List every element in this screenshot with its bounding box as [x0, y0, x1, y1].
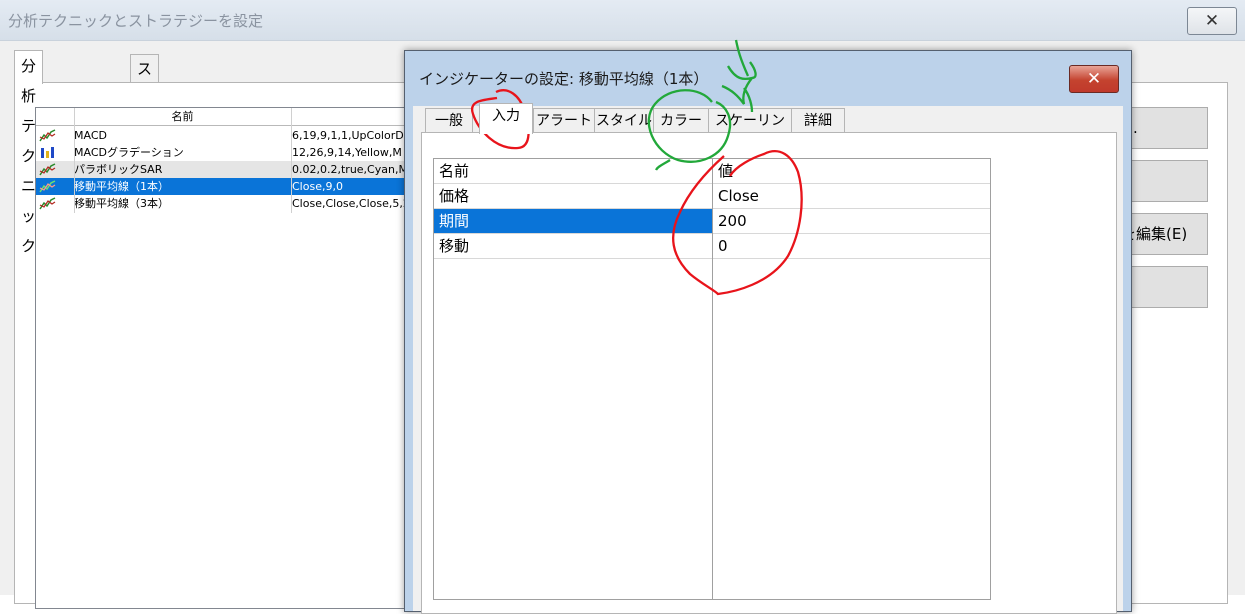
list-item-name: 移動平均線（1本）	[74, 180, 169, 193]
list-item-params: 6,19,9,1,1,UpColorD	[292, 129, 404, 142]
tab-input[interactable]: 入力	[479, 103, 533, 134]
list-header-params[interactable]	[292, 108, 416, 126]
list-header-name[interactable]: 名前	[74, 108, 292, 126]
list-column-divider	[74, 108, 75, 213]
grid-header-value: 値	[718, 162, 734, 180]
list-item-macd[interactable]: MACD 6,19,9,1,1,UpColorD	[36, 127, 416, 144]
list-item-name: MACDグラデーション	[74, 146, 184, 159]
indicator-settings-dialog: インジケーターの設定: 移動平均線（1本） ✕ 一般 入力 アラート スタイル …	[404, 50, 1132, 614]
property-value[interactable]: Close	[718, 184, 759, 208]
selection-highlight	[434, 209, 712, 233]
list-item-moving-average-3[interactable]: 移動平均線（3本） Close,Close,Close,5,2	[36, 195, 416, 212]
tab-alert[interactable]: アラート	[533, 108, 595, 133]
list-item-name: パラボリックSAR	[74, 163, 163, 176]
property-name: 価格	[439, 187, 470, 205]
list-item-params: Close,9,0	[292, 180, 343, 193]
list-item-parabolic-sar[interactable]: パラボリックSAR 0.02,0.2,true,Cyan,M	[36, 161, 416, 178]
close-icon: ✕	[1086, 69, 1102, 89]
property-name: 移動	[439, 237, 470, 255]
line-chart-icon	[39, 163, 56, 176]
tab-style[interactable]: スタイル	[594, 108, 654, 133]
list-item-moving-average-1[interactable]: 移動平均線（1本） Close,9,0	[36, 178, 416, 195]
list-header-icon-col[interactable]	[36, 108, 75, 126]
line-chart-icon	[39, 129, 56, 142]
list-item-params: 0.02,0.2,true,Cyan,M	[292, 163, 408, 176]
main-close-button[interactable]: ✕	[1187, 7, 1237, 35]
list-item-params: 12,26,9,14,Yellow,M	[292, 146, 402, 159]
dialog-title: インジケーターの設定: 移動平均線（1本）	[419, 70, 709, 88]
grid-header-name: 名前	[439, 162, 470, 180]
close-icon: ✕	[1204, 11, 1220, 31]
list-column-divider	[291, 108, 292, 213]
tab-scaling[interactable]: スケーリング	[708, 108, 792, 153]
property-value[interactable]: 0	[718, 234, 728, 258]
property-value[interactable]: 200	[718, 209, 747, 233]
line-chart-icon	[39, 180, 56, 193]
list-item-macd-gradation[interactable]: MACDグラデーション 12,26,9,14,Yellow,M	[36, 144, 416, 161]
tab-details[interactable]: 詳細	[791, 108, 845, 133]
tab-general[interactable]: 一般	[425, 108, 473, 133]
grid-column-divider	[712, 159, 713, 599]
list-item-name: 移動平均線（3本）	[74, 197, 169, 210]
input-property-grid[interactable]: 名前 値 価格 Close 期間 200 移動 0	[433, 158, 991, 600]
main-title-bar: 分析テクニックとストラテジーを設定 ✕	[0, 0, 1245, 41]
bar-chart-icon	[41, 147, 54, 158]
tab-analysis-technique[interactable]: 分析テクニック	[14, 50, 44, 255]
dialog-close-button[interactable]: ✕	[1069, 65, 1119, 93]
property-name: 期間	[439, 212, 470, 230]
tab-label: 分析テクニック	[21, 57, 37, 255]
tab-strategy[interactable]: ストラテジー	[130, 54, 160, 218]
main-window-title: 分析テクニックとストラテジーを設定	[8, 12, 264, 30]
list-item-name: MACD	[74, 129, 107, 142]
indicator-list[interactable]: 名前 MACD 6,19,9,1,1,UpColorD MACDグラデーション …	[35, 107, 417, 609]
list-item-params: Close,Close,Close,5,2	[292, 197, 410, 210]
line-chart-icon	[39, 197, 56, 210]
tab-color[interactable]: カラー	[653, 108, 709, 133]
